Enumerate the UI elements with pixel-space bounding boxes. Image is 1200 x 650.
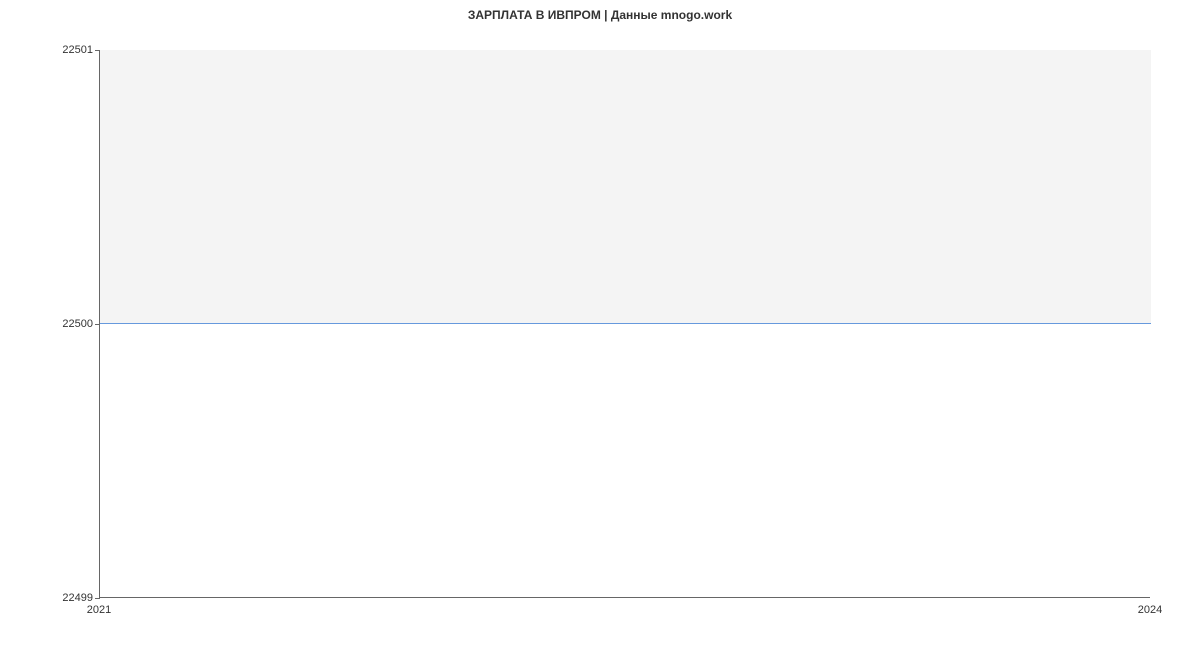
ytick-mark: [95, 598, 100, 599]
xtick-label: 2024: [1138, 604, 1162, 616]
ytick-label: 22500: [62, 318, 93, 330]
ytick-label: 22501: [62, 44, 93, 56]
ytick-mark: [95, 50, 100, 51]
chart-data-line: [100, 323, 1151, 324]
xtick-label: 2021: [87, 604, 111, 616]
plot-area: [99, 50, 1150, 598]
chart-title: ЗАРПЛАТА В ИВПРОМ | Данные mnogo.work: [0, 8, 1200, 22]
chart-fill-area: [100, 50, 1151, 324]
ytick-mark: [95, 324, 100, 325]
ytick-label: 22499: [62, 592, 93, 604]
